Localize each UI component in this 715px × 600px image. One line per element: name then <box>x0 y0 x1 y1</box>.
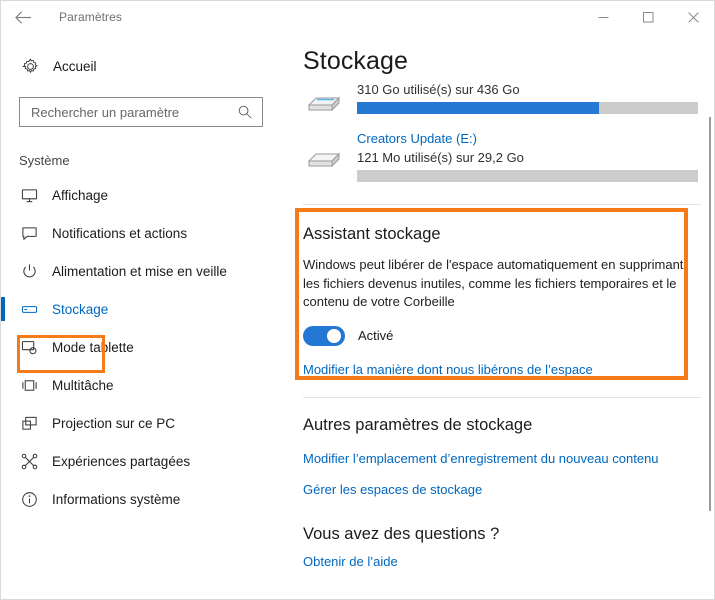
projection-icon <box>13 415 45 432</box>
selection-indicator <box>1 297 5 321</box>
sidebar-item-label: Notifications et actions <box>52 225 188 241</box>
search-icon[interactable] <box>234 98 256 126</box>
drive-usage-bar <box>357 170 698 182</box>
section-divider <box>303 396 701 398</box>
drive-usage-bar <box>357 102 698 114</box>
scrollbar-thumb[interactable] <box>709 117 711 511</box>
section-divider <box>303 204 701 205</box>
back-arrow-icon <box>14 10 31 24</box>
search-input[interactable] <box>29 99 239 125</box>
hard-drive-icon <box>303 88 343 118</box>
sidebar-item-affichage[interactable]: Affichage <box>1 176 291 214</box>
sidebar-item-label: Informations système <box>52 491 181 507</box>
gear-icon <box>13 58 47 75</box>
storage-sense-toggle-label: Activé <box>358 328 394 343</box>
storage-sense-toggle-row: Activé <box>303 325 714 346</box>
sidebar-item-label: Projection sur ce PC <box>52 415 176 431</box>
sidebar-item-label: Stockage <box>52 301 109 317</box>
get-help-link[interactable]: Obtenir de l’aide <box>303 554 398 569</box>
storage-sense-toggle[interactable] <box>303 325 345 346</box>
sidebar-item-informations-systeme[interactable]: Informations système <box>1 480 291 518</box>
sidebar-item-home[interactable]: Accueil <box>1 49 291 83</box>
drive-usage-text: 310 Go utilisé(s) sur 436 Go <box>357 82 520 97</box>
drive-usage-fill <box>357 102 600 114</box>
sidebar-item-label: Mode tablette <box>52 339 134 355</box>
title-bar: Paramètres <box>1 1 714 33</box>
sidebar-item-mode-tablette[interactable]: Mode tablette <box>1 328 291 366</box>
sidebar-nav-list: Affichage Notifications et actions Alime… <box>1 176 291 518</box>
questions-title: Vous avez des questions ? <box>303 524 500 543</box>
monitor-icon <box>13 187 45 204</box>
other-settings-title: Autres paramètres de stockage <box>303 415 533 434</box>
search-box[interactable] <box>19 97 263 127</box>
drive-entry: 310 Go utilisé(s) sur 436 Go <box>303 80 698 114</box>
sidebar-home-label: Accueil <box>53 58 97 74</box>
window-controls <box>581 1 714 33</box>
speech-bubble-icon <box>13 225 45 242</box>
sidebar-item-alimentation[interactable]: Alimentation et mise en veille <box>1 252 291 290</box>
drive-entry: Creators Update (E:) 121 Mo utilisé(s) s… <box>303 130 698 182</box>
back-button[interactable] <box>1 1 45 33</box>
change-free-space-link[interactable]: Modifier la manière dont nous libérons d… <box>303 362 593 377</box>
settings-window: Paramètres Accueil Rechercher un paramèt… <box>0 0 715 600</box>
manage-storage-spaces-link[interactable]: Gérer les espaces de stockage <box>303 482 482 497</box>
main-scrollbar[interactable] <box>709 33 711 599</box>
shared-experiences-icon <box>13 453 45 470</box>
drive-usage-text: 121 Mo utilisé(s) sur 29,2 Go <box>357 150 524 165</box>
sidebar-group-label: Système <box>19 153 70 168</box>
tablet-mode-icon <box>13 339 45 356</box>
sidebar-item-experiences-partagees[interactable]: Expériences partagées <box>1 442 291 480</box>
sidebar-item-projection[interactable]: Projection sur ce PC <box>1 404 291 442</box>
multitask-icon <box>13 377 45 394</box>
change-save-location-link[interactable]: Modifier l’emplacement d’enregistrement … <box>303 451 659 466</box>
main-content: Stockage 310 Go utilisé(s) sur 436 Go Cr… <box>291 33 714 599</box>
drive-icon <box>13 301 45 318</box>
hard-drive-icon <box>303 144 343 174</box>
sidebar-item-label: Multitâche <box>52 377 114 393</box>
sidebar-item-stockage[interactable]: Stockage <box>1 290 291 328</box>
close-button[interactable] <box>671 1 714 33</box>
storage-sense-description: Windows peut libérer de l'espace automat… <box>303 257 684 309</box>
minimize-icon <box>598 16 609 18</box>
storage-sense-section: Assistant stockage Windows peut libérer … <box>291 225 714 377</box>
minimize-button[interactable] <box>581 1 626 33</box>
sidebar: Accueil Système <box>1 33 291 599</box>
info-icon <box>13 491 45 508</box>
maximize-button[interactable] <box>626 1 671 33</box>
other-storage-settings-section: Autres paramètres de stockage Modifier l… <box>291 415 714 497</box>
sidebar-item-label: Expériences partagées <box>52 453 191 469</box>
sidebar-item-multitache[interactable]: Multitâche <box>1 366 291 404</box>
sidebar-item-notifications[interactable]: Notifications et actions <box>1 214 291 252</box>
drive-info: Creators Update (E:) 121 Mo utilisé(s) s… <box>357 130 698 182</box>
window-title: Paramètres <box>59 10 123 24</box>
sidebar-item-label: Affichage <box>52 187 109 203</box>
questions-section: Vous avez des questions ? Obtenir de l’a… <box>291 524 714 569</box>
toggle-knob <box>327 328 341 343</box>
close-icon <box>688 11 699 23</box>
drive-info: 310 Go utilisé(s) sur 436 Go <box>357 80 698 114</box>
storage-sense-title: Assistant stockage <box>303 225 441 243</box>
page-title: Stockage <box>303 47 409 75</box>
sidebar-item-label: Alimentation et mise en veille <box>52 263 227 279</box>
power-icon <box>13 263 45 280</box>
drive-name-link[interactable]: Creators Update (E:) <box>357 130 698 148</box>
maximize-icon <box>643 11 654 22</box>
